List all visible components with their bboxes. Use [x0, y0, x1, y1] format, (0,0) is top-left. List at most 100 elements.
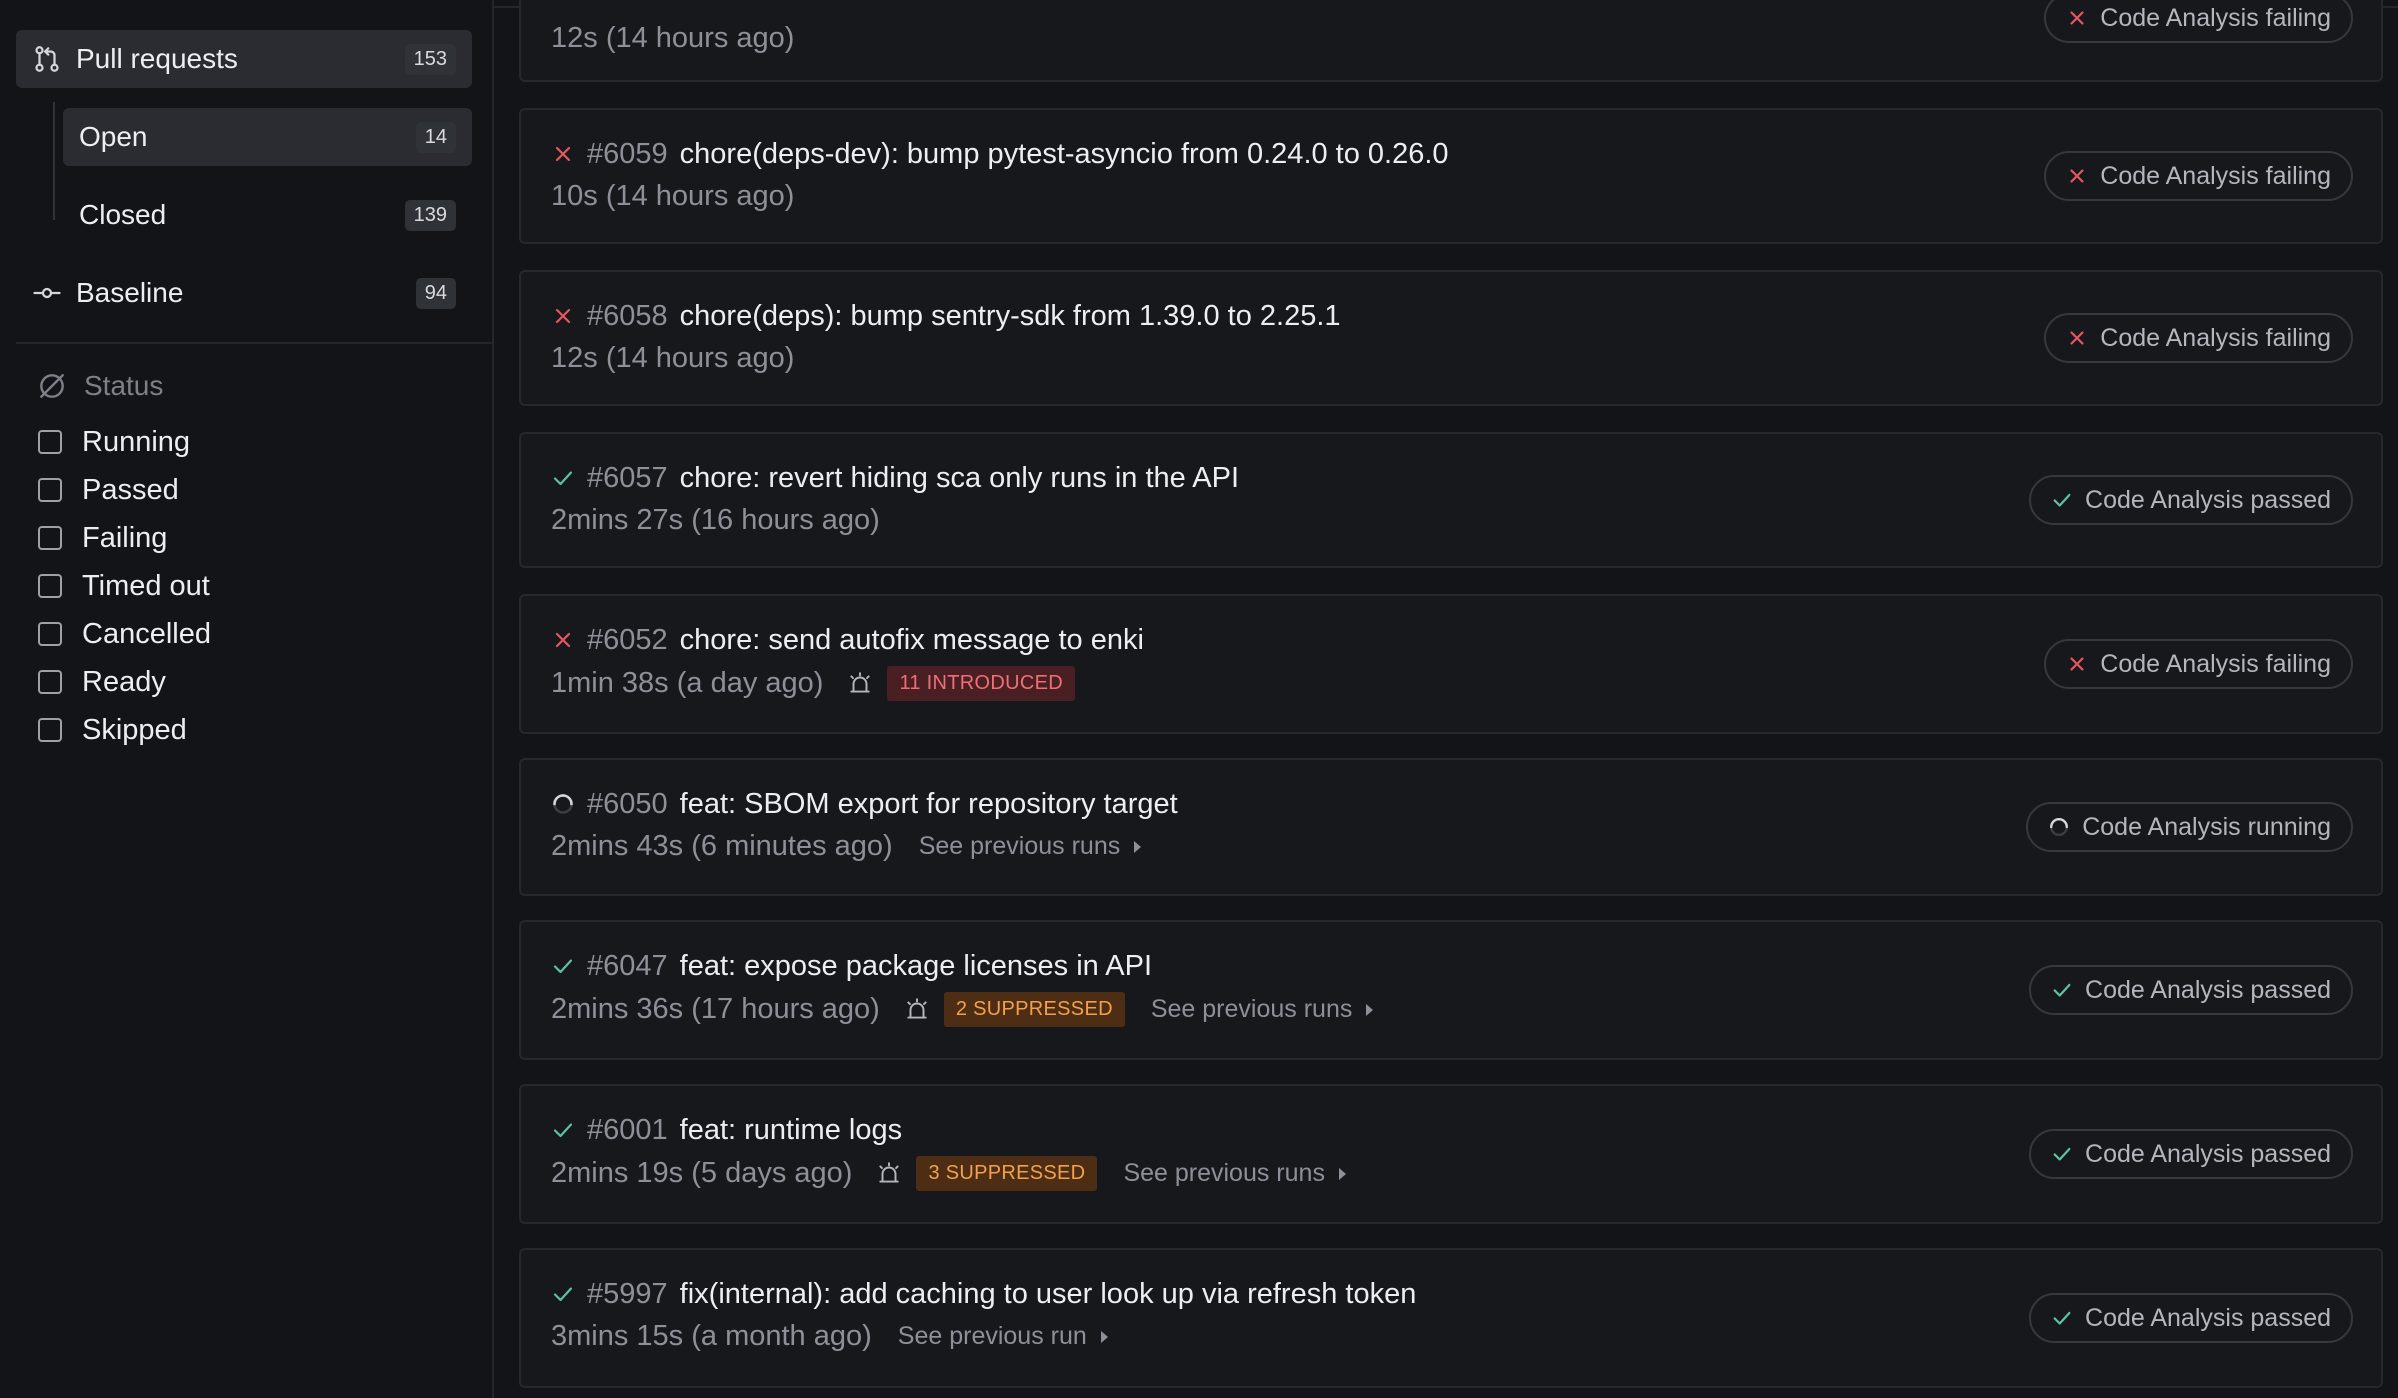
code-analysis-status-pill[interactable]: Code Analysis passed: [2029, 1129, 2353, 1179]
sidebar: Pull requests 153 Open 14 Closed 139 Bas…: [0, 0, 494, 1398]
run-title[interactable]: chore: send autofix message to enki: [680, 624, 1144, 657]
run-title[interactable]: fix(internal): add caching to user look …: [680, 1278, 1417, 1311]
suppressed-badge[interactable]: 3 SUPPRESSED: [916, 1156, 1098, 1191]
run-card[interactable]: 12s (14 hours ago) Code Analysis failing: [519, 0, 2383, 82]
alarm-icon: [904, 997, 930, 1023]
pill-label: Code Analysis passed: [2085, 1303, 2331, 1332]
pill-label: Code Analysis failing: [2100, 3, 2331, 32]
run-meta: 12s (14 hours ago): [551, 22, 794, 55]
run-title-row: #6001 feat: runtime logs: [551, 1114, 902, 1147]
run-number[interactable]: #6052: [587, 624, 668, 657]
code-analysis-status-pill[interactable]: Code Analysis failing: [2044, 313, 2353, 363]
run-meta: 1min 38s (a day ago) 11 INTRODUCED: [551, 666, 1075, 701]
code-analysis-status-pill[interactable]: Code Analysis failing: [2044, 0, 2353, 43]
run-title-row: #6047 feat: expose package licenses in A…: [551, 950, 1152, 983]
run-duration: 10s (14 hours ago): [551, 180, 795, 212]
nav-baseline[interactable]: Baseline 94: [16, 264, 472, 322]
nav-open-count: 14: [415, 121, 456, 153]
nav-baseline-count: 94: [415, 277, 456, 309]
run-number[interactable]: #6058: [587, 300, 668, 333]
run-number[interactable]: #6059: [587, 138, 668, 171]
nav-closed-label: Closed: [79, 199, 167, 230]
pill-label: Code Analysis failing: [2100, 323, 2331, 352]
filter-failing-checkbox[interactable]: [38, 526, 62, 550]
pill-label: Code Analysis running: [2082, 812, 2331, 841]
see-previous-runs-link[interactable]: See previous runs: [1151, 995, 1374, 1024]
filter-ready-checkbox[interactable]: [38, 670, 62, 694]
pill-label: Code Analysis passed: [2085, 1139, 2331, 1168]
run-card[interactable]: #6050 feat: SBOM export for repository t…: [519, 758, 2383, 896]
see-previous-runs-link[interactable]: See previous run: [898, 1322, 1108, 1351]
filter-passed-checkbox[interactable]: [38, 478, 62, 502]
run-card[interactable]: #6001 feat: runtime logs 2mins 19s (5 da…: [519, 1084, 2383, 1224]
run-number[interactable]: #5997: [587, 1278, 668, 1311]
filter-passed[interactable]: Passed: [38, 470, 179, 510]
run-duration: 3mins 15s (a month ago): [551, 1320, 872, 1352]
code-analysis-status-pill[interactable]: Code Analysis failing: [2044, 639, 2353, 689]
x-icon: [2066, 165, 2088, 187]
nav-baseline-label: Baseline: [76, 277, 184, 308]
run-number[interactable]: #6057: [587, 462, 668, 495]
run-title[interactable]: feat: expose package licenses in API: [680, 950, 1152, 983]
caret-right-icon: [1100, 1330, 1108, 1343]
run-title[interactable]: feat: runtime logs: [680, 1114, 902, 1147]
run-title[interactable]: feat: SBOM export for repository target: [680, 788, 1178, 821]
nav-open-label: Open: [79, 121, 148, 152]
run-title[interactable]: chore(deps-dev): bump pytest-asyncio fro…: [680, 138, 1449, 171]
filter-cancelled[interactable]: Cancelled: [38, 614, 211, 654]
filter-timed-out-checkbox[interactable]: [38, 574, 62, 598]
check-icon: [551, 1282, 577, 1308]
run-card[interactable]: #5997 fix(internal): add caching to user…: [519, 1248, 2383, 1388]
run-card[interactable]: #6047 feat: expose package licenses in A…: [519, 920, 2383, 1060]
run-card[interactable]: #6057 chore: revert hiding sca only runs…: [519, 432, 2383, 568]
filter-running[interactable]: Running: [38, 422, 190, 462]
run-meta: 2mins 43s (6 minutes ago) See previous r…: [551, 830, 1142, 863]
check-icon: [551, 954, 577, 980]
run-number[interactable]: #6050: [587, 788, 668, 821]
filter-skipped[interactable]: Skipped: [38, 710, 187, 750]
subnav-guide-line: [53, 102, 55, 220]
filter-cancelled-checkbox[interactable]: [38, 622, 62, 646]
run-duration: 2mins 43s (6 minutes ago): [551, 830, 893, 862]
nav-closed-count: 139: [404, 199, 456, 231]
code-analysis-status-pill[interactable]: Code Analysis passed: [2029, 965, 2353, 1015]
code-analysis-status-pill[interactable]: Code Analysis passed: [2029, 475, 2353, 525]
code-analysis-status-pill[interactable]: Code Analysis running: [2026, 802, 2353, 852]
see-previous-runs-link[interactable]: See previous runs: [919, 832, 1142, 861]
run-card[interactable]: #6059 chore(deps-dev): bump pytest-async…: [519, 108, 2383, 244]
see-previous-runs-link[interactable]: See previous runs: [1123, 1159, 1346, 1188]
run-title[interactable]: chore: revert hiding sca only runs in th…: [680, 462, 1239, 495]
status-empty-icon: [36, 370, 68, 402]
filter-label: Cancelled: [82, 617, 211, 650]
nav-pull-requests[interactable]: Pull requests 153: [16, 30, 472, 88]
x-icon: [551, 628, 577, 654]
nav-closed[interactable]: Closed 139: [63, 186, 472, 244]
run-card[interactable]: #6052 chore: send autofix message to enk…: [519, 594, 2383, 734]
filter-ready[interactable]: Ready: [38, 662, 166, 702]
filter-failing[interactable]: Failing: [38, 518, 167, 558]
alarm-icon: [876, 1161, 902, 1187]
run-card[interactable]: #6058 chore(deps): bump sentry-sdk from …: [519, 270, 2383, 406]
filter-label: Passed: [82, 473, 179, 506]
filter-label: Skipped: [82, 713, 187, 746]
filter-running-checkbox[interactable]: [38, 430, 62, 454]
run-meta: 2mins 27s (16 hours ago): [551, 504, 880, 537]
code-analysis-status-pill[interactable]: Code Analysis passed: [2029, 1293, 2353, 1343]
nav-open[interactable]: Open 14: [63, 108, 472, 166]
filter-skipped-checkbox[interactable]: [38, 718, 62, 742]
run-meta: 3mins 15s (a month ago) See previous run: [551, 1320, 1108, 1353]
run-title[interactable]: chore(deps): bump sentry-sdk from 1.39.0…: [680, 300, 1341, 333]
run-title-row: #6058 chore(deps): bump sentry-sdk from …: [551, 300, 1341, 333]
git-pull-request-icon: [32, 44, 62, 74]
filter-timed-out[interactable]: Timed out: [38, 566, 210, 606]
suppressed-badge[interactable]: 2 SUPPRESSED: [943, 992, 1125, 1027]
run-number[interactable]: #6001: [587, 1114, 668, 1147]
code-analysis-status-pill[interactable]: Code Analysis failing: [2044, 151, 2353, 201]
nav-pull-requests-count: 153: [404, 43, 456, 75]
run-number[interactable]: #6047: [587, 950, 668, 983]
run-meta: 2mins 36s (17 hours ago) 2 SUPPRESSED Se…: [551, 992, 1374, 1027]
run-duration: 12s (14 hours ago): [551, 22, 795, 54]
status-heading-label: Status: [84, 370, 164, 401]
introduced-badge[interactable]: 11 INTRODUCED: [887, 666, 1075, 701]
filter-label: Timed out: [82, 569, 210, 602]
